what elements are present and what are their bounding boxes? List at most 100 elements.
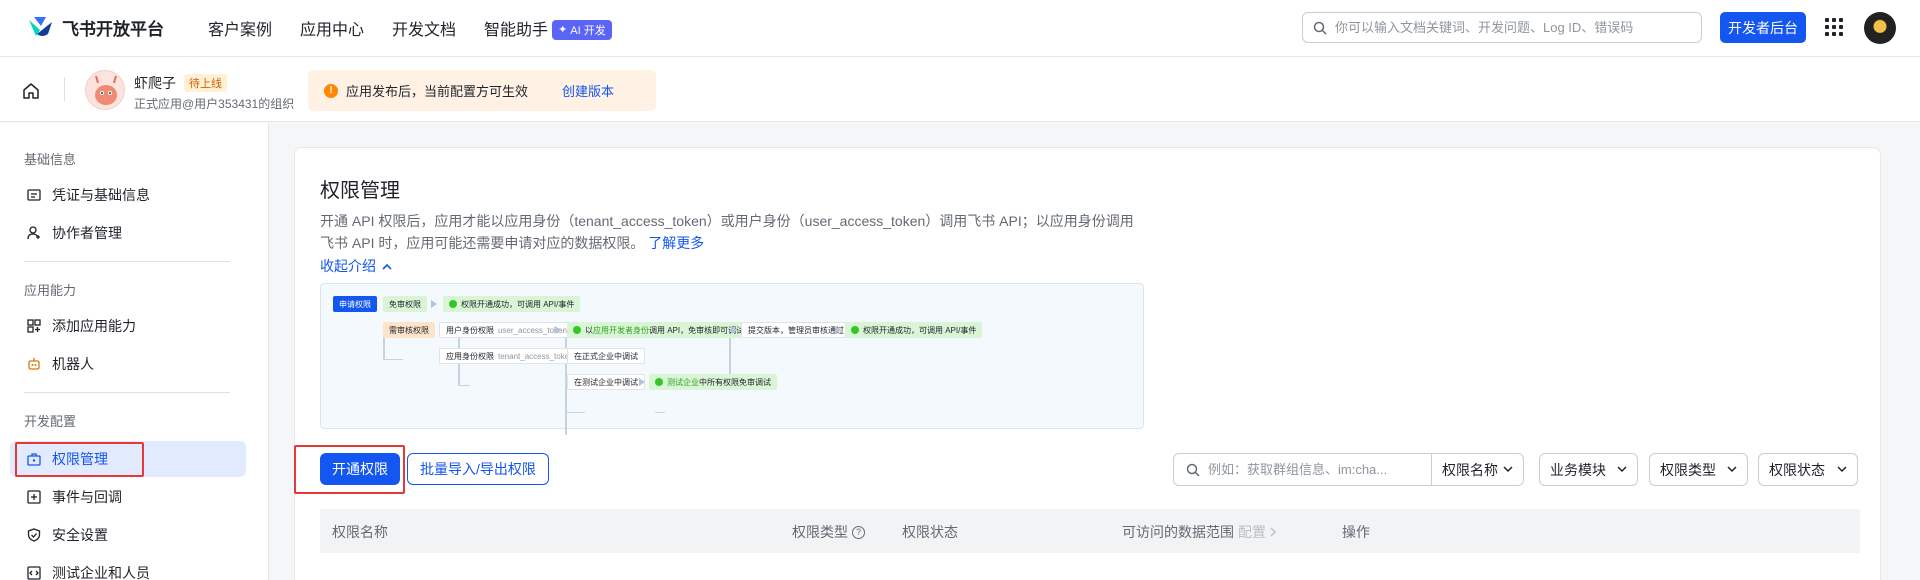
permission-search[interactable] bbox=[1173, 453, 1432, 486]
flow-arrow bbox=[639, 378, 645, 386]
collapse-intro-label: 收起介绍 bbox=[320, 258, 376, 274]
ai-badge: ✦ AI 开发 bbox=[552, 19, 612, 40]
page-description: 开通 API 权限后，应用才能以应用身份（tenant_access_token… bbox=[320, 210, 1140, 254]
chevron-down-icon bbox=[1617, 466, 1627, 473]
nav-link-app-center[interactable]: 应用中心 bbox=[300, 16, 364, 40]
batch-import-export-button[interactable]: 批量导入/导出权限 bbox=[407, 453, 549, 485]
sidebar-group-basic: 基础信息 bbox=[24, 152, 77, 167]
flow-node-needs-review: 需审核权限 bbox=[383, 322, 435, 338]
status-filter-label: 权限状态 bbox=[1769, 461, 1825, 478]
home-icon[interactable] bbox=[22, 82, 40, 100]
flow-node-dev-debug: 以应用开发者身份 调用 API，免审核即可调试 bbox=[567, 322, 751, 338]
type-filter[interactable]: 权限类型 bbox=[1649, 453, 1748, 486]
module-filter[interactable]: 业务模块 bbox=[1539, 453, 1638, 486]
user-avatar[interactable] bbox=[1864, 12, 1896, 44]
sidebar-item-label: 事件与回调 bbox=[52, 489, 122, 505]
search-field-select[interactable]: 权限名称 bbox=[1431, 453, 1524, 486]
page-title: 权限管理 bbox=[320, 180, 400, 202]
sidebar-item-events[interactable]: 事件与回调 bbox=[10, 479, 246, 515]
sidebar-item-collaborators[interactable]: 协作者管理 bbox=[10, 215, 246, 251]
table-header: 权限名称 权限类型 ? 权限状态 可访问的数据范围 配置 操作 bbox=[320, 509, 1860, 553]
sidebar-group-dev: 开发配置 bbox=[24, 414, 77, 429]
sidebar-item-test-tenant[interactable]: 测试企业和人员 bbox=[10, 555, 246, 580]
flow-node-no-review: 免审权限 bbox=[383, 296, 427, 312]
app-org: 正式应用@用户353431的组织 bbox=[134, 97, 295, 111]
sidebar-group-capability: 应用能力 bbox=[24, 283, 77, 298]
nav-link-docs[interactable]: 开发文档 bbox=[392, 16, 456, 40]
chevron-right-icon bbox=[1270, 527, 1276, 537]
apps-add-icon bbox=[26, 318, 42, 334]
open-permission-button[interactable]: 开通权限 bbox=[320, 453, 400, 485]
chevron-down-icon bbox=[1727, 466, 1737, 473]
notice-text: 应用发布后，当前配置方可生效 bbox=[346, 84, 529, 99]
flow-node-apply: 申请权限 bbox=[333, 296, 377, 312]
flow-node-ok-1: 权限开通成功，可调用 API/事件 bbox=[443, 296, 581, 312]
description-text: 开通 API 权限后，应用才能以应用身份（tenant_access_token… bbox=[320, 213, 1134, 251]
robot-icon bbox=[26, 356, 42, 372]
column-status: 权限状态 bbox=[902, 524, 958, 540]
sparkle-icon: ✦ bbox=[558, 24, 568, 36]
app-name-text: 虾爬子 bbox=[134, 75, 176, 91]
user-add-icon bbox=[26, 225, 42, 241]
app-avatar bbox=[85, 70, 125, 110]
sidebar-item-add-capability[interactable]: 添加应用能力 bbox=[10, 308, 246, 344]
column-actions: 操作 bbox=[1342, 524, 1370, 540]
sidebar-item-permissions[interactable]: 权限管理 bbox=[10, 441, 246, 477]
help-icon[interactable]: ? bbox=[852, 525, 865, 539]
column-scope: 可访问的数据范围 配置 bbox=[1122, 522, 1277, 542]
logo[interactable]: 飞书开放平台 bbox=[26, 14, 164, 40]
type-filter-label: 权限类型 bbox=[1660, 461, 1716, 478]
column-type: 权限类型 ? bbox=[792, 522, 865, 542]
logo-text: 飞书开放平台 bbox=[62, 19, 164, 39]
apps-grid-icon[interactable] bbox=[1825, 18, 1843, 36]
sidebar-item-label: 安全设置 bbox=[52, 527, 108, 543]
nav-link-assistant[interactable]: 智能助手 ✦ AI 开发 bbox=[484, 16, 612, 40]
app-status-badge: 待上线 bbox=[184, 74, 227, 92]
briefcase-lock-icon bbox=[26, 451, 42, 467]
sidebar-item-credentials[interactable]: 凭证与基础信息 bbox=[10, 177, 246, 213]
global-search[interactable] bbox=[1302, 12, 1702, 43]
collapse-intro-toggle[interactable]: 收起介绍 bbox=[320, 256, 392, 276]
sidebar: 基础信息 凭证与基础信息 协作者管理 应用能力 添加应用能力 机器人 开发配置 … bbox=[0, 123, 269, 580]
app-header: 虾爬子 待上线 正式应用@用户353431的组织 ! 应用发布后，当前配置方可生… bbox=[0, 57, 1920, 122]
code-icon bbox=[26, 565, 42, 580]
flow-node-ok-2: 权限开通成功，可调用 API/事件 bbox=[845, 322, 983, 338]
permission-flow-diagram: 申请权限 免审权限 权限开通成功，可调用 API/事件 需审核权限 用户身份权限… bbox=[320, 283, 1144, 435]
search-icon bbox=[1186, 463, 1200, 477]
sidebar-item-label: 凭证与基础信息 bbox=[52, 187, 150, 203]
chevron-down-icon bbox=[1837, 466, 1847, 473]
permission-card: 权限管理 开通 API 权限后，应用才能以应用身份（tenant_access_… bbox=[294, 147, 1881, 580]
nav-link-cases[interactable]: 客户案例 bbox=[208, 16, 272, 40]
flow-arrow bbox=[555, 326, 561, 334]
scope-config-link[interactable]: 配置 bbox=[1238, 522, 1266, 542]
module-filter-label: 业务模块 bbox=[1550, 461, 1606, 478]
sidebar-item-bot[interactable]: 机器人 bbox=[10, 346, 246, 382]
developer-console-button[interactable]: 开发者后台 bbox=[1720, 12, 1806, 43]
sidebar-item-security[interactable]: 安全设置 bbox=[10, 517, 246, 553]
event-icon bbox=[26, 489, 42, 505]
global-search-input[interactable] bbox=[1335, 20, 1701, 35]
flow-connector bbox=[655, 412, 665, 413]
id-card-icon bbox=[26, 187, 42, 203]
sidebar-item-label: 机器人 bbox=[52, 356, 94, 372]
column-name: 权限名称 bbox=[332, 524, 388, 540]
flow-node-debug-test: 在测试企业中调试 bbox=[567, 374, 645, 390]
flow-node-debug-formal: 在正式企业中调试 bbox=[567, 348, 645, 364]
ai-badge-label: AI 开发 bbox=[570, 24, 606, 37]
sidebar-item-label: 协作者管理 bbox=[52, 225, 122, 241]
chevron-down-icon bbox=[1503, 466, 1513, 473]
publish-notice: ! 应用发布后，当前配置方可生效 创建版本 bbox=[308, 70, 656, 111]
flow-arrow bbox=[431, 300, 437, 308]
shrimp-mascot-icon bbox=[95, 75, 117, 105]
nav-link-assistant-label: 智能助手 bbox=[484, 22, 549, 39]
feishu-logo-icon bbox=[29, 17, 52, 36]
status-filter[interactable]: 权限状态 bbox=[1758, 453, 1858, 486]
permission-search-input[interactable] bbox=[1208, 462, 1418, 477]
learn-more-link[interactable]: 了解更多 bbox=[648, 235, 704, 251]
create-version-link[interactable]: 创建版本 bbox=[562, 81, 614, 100]
sidebar-item-label: 权限管理 bbox=[52, 451, 108, 467]
flow-connector bbox=[383, 359, 403, 360]
sidebar-divider bbox=[24, 392, 230, 393]
sidebar-item-label: 添加应用能力 bbox=[52, 318, 136, 334]
flow-arrow bbox=[731, 326, 737, 334]
